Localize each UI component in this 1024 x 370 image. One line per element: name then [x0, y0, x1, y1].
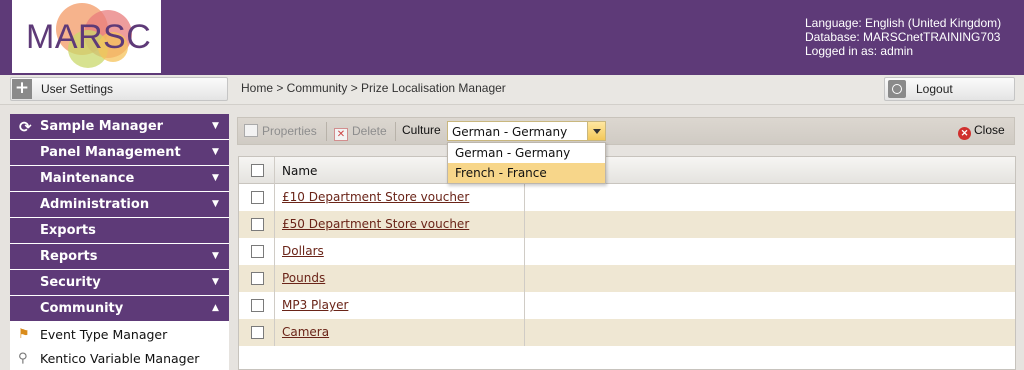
culture-select[interactable]: German - Germany	[447, 121, 606, 141]
logout-label: Logout	[916, 82, 953, 96]
table-row: Dollars	[239, 238, 1015, 265]
row-name-link[interactable]: Dollars	[282, 244, 324, 258]
user-settings-label: User Settings	[41, 82, 114, 96]
sidebar-item-sample-manager[interactable]: ⟳ Sample Manager ▼	[10, 114, 229, 139]
chevron-up-icon: ▲	[212, 303, 219, 313]
chevron-down-icon: ▼	[212, 277, 219, 287]
sidebar-item-label: Security	[40, 275, 101, 290]
table-row: £50 Department Store voucher	[239, 211, 1015, 238]
properties-label: Properties	[262, 124, 317, 138]
user-settings-button[interactable]: + User Settings	[10, 77, 228, 101]
row-checkbox[interactable]	[251, 191, 264, 204]
chevron-down-icon[interactable]	[587, 122, 605, 140]
header-bar: MARSC Language: English (United Kingdom)…	[0, 0, 1024, 75]
grid-header: Name	[239, 157, 1015, 184]
culture-option-label: German - Germany	[455, 146, 571, 160]
delete-icon: ✕	[334, 128, 348, 141]
logout-button[interactable]: Logout	[884, 77, 1015, 101]
delete-label: Delete	[352, 124, 387, 138]
marsc-logo: MARSC	[12, 0, 161, 73]
logged-in-info: Logged in as: admin	[805, 44, 914, 58]
chevron-down-icon: ▼	[212, 147, 219, 157]
row-checkbox[interactable]	[251, 218, 264, 231]
culture-option-highlighted[interactable]: French - France	[448, 163, 605, 183]
power-icon	[888, 80, 906, 98]
culture-option-label: French - France	[455, 166, 547, 180]
prize-grid: Name £10 Department Store voucher £50 De…	[238, 156, 1016, 370]
row-checkbox[interactable]	[251, 245, 264, 258]
table-row: Pounds	[239, 265, 1015, 292]
sidebar-subitem-label: Event Type Manager	[40, 327, 168, 342]
sidebar-item-security[interactable]: Security ▼	[10, 270, 229, 295]
plus-icon: +	[12, 79, 32, 99]
table-row: Camera	[239, 319, 1015, 346]
toolbar: Properties ✕ Delete	[237, 117, 1015, 145]
sidebar: ⟳ Sample Manager ▼ Panel Management ▼ Ma…	[10, 114, 229, 370]
flag-icon: ⚑	[18, 327, 30, 342]
column-divider	[274, 157, 275, 346]
database-info: Database: MARSCnetTRAINING703	[805, 30, 1001, 44]
table-row: MP3 Player	[239, 292, 1015, 319]
chevron-down-icon: ▼	[212, 121, 219, 131]
row-name-link[interactable]: Pounds	[282, 271, 325, 285]
row-name-link[interactable]: £10 Department Store voucher	[282, 190, 469, 204]
sidebar-item-exports[interactable]: Exports	[10, 218, 229, 243]
sidebar-item-label: Panel Management	[40, 145, 181, 160]
sidebar-item-maintenance[interactable]: Maintenance ▼	[10, 166, 229, 191]
chevron-down-icon: ▼	[212, 251, 219, 261]
row-name-link[interactable]: £50 Department Store voucher	[282, 217, 469, 231]
row-checkbox[interactable]	[251, 299, 264, 312]
close-button[interactable]: ✕ Close	[958, 123, 1005, 140]
delete-button[interactable]: ✕ Delete	[334, 124, 387, 141]
sidebar-item-label: Administration	[40, 197, 150, 212]
row-name-link[interactable]: MP3 Player	[282, 298, 348, 312]
culture-option[interactable]: German - Germany	[448, 143, 605, 163]
close-label: Close	[974, 123, 1005, 137]
table-row: £10 Department Store voucher	[239, 184, 1015, 211]
column-divider	[524, 184, 525, 346]
user-info: Language: English (United Kingdom) Datab…	[805, 16, 1001, 58]
sidebar-subitem-kentico-variable-manager[interactable]: ⚲ Kentico Variable Manager	[10, 347, 229, 370]
culture-dropdown-list: German - Germany French - France	[447, 142, 606, 184]
row-name-link[interactable]: Camera	[282, 325, 329, 339]
sidebar-item-label: Community	[40, 301, 124, 316]
close-icon: ✕	[958, 127, 971, 140]
language-info: Language: English (United Kingdom)	[805, 16, 1002, 30]
refresh-icon: ⟳	[19, 118, 32, 136]
paperclip-icon: ⚲	[18, 351, 28, 366]
sidebar-item-label: Sample Manager	[40, 119, 164, 134]
row-checkbox[interactable]	[251, 272, 264, 285]
toolbar-divider	[326, 122, 327, 141]
row-checkbox[interactable]	[251, 326, 264, 339]
properties-icon	[244, 124, 258, 137]
toolbar-divider	[395, 122, 396, 141]
logo-text: MARSC	[26, 18, 152, 56]
sidebar-item-label: Reports	[40, 249, 98, 264]
sidebar-item-reports[interactable]: Reports ▼	[10, 244, 229, 269]
chevron-down-icon: ▼	[212, 173, 219, 183]
culture-select-value: German - Germany	[452, 125, 568, 139]
sidebar-subitem-label: Kentico Variable Manager	[40, 351, 200, 366]
culture-label: Culture	[402, 123, 441, 137]
chevron-down-icon: ▼	[212, 199, 219, 209]
sidebar-subitem-event-type-manager[interactable]: ⚑ Event Type Manager	[10, 323, 229, 347]
column-header-name[interactable]: Name	[282, 164, 317, 178]
breadcrumb: Home > Community > Prize Localisation Ma…	[241, 81, 506, 95]
select-all-checkbox[interactable]	[251, 164, 264, 177]
sidebar-item-label: Exports	[40, 223, 96, 238]
sidebar-item-panel-management[interactable]: Panel Management ▼	[10, 140, 229, 165]
properties-button[interactable]: Properties	[244, 124, 317, 138]
sidebar-item-administration[interactable]: Administration ▼	[10, 192, 229, 217]
sidebar-item-label: Maintenance	[40, 171, 135, 186]
sidebar-item-community[interactable]: Community ▲	[10, 296, 229, 321]
